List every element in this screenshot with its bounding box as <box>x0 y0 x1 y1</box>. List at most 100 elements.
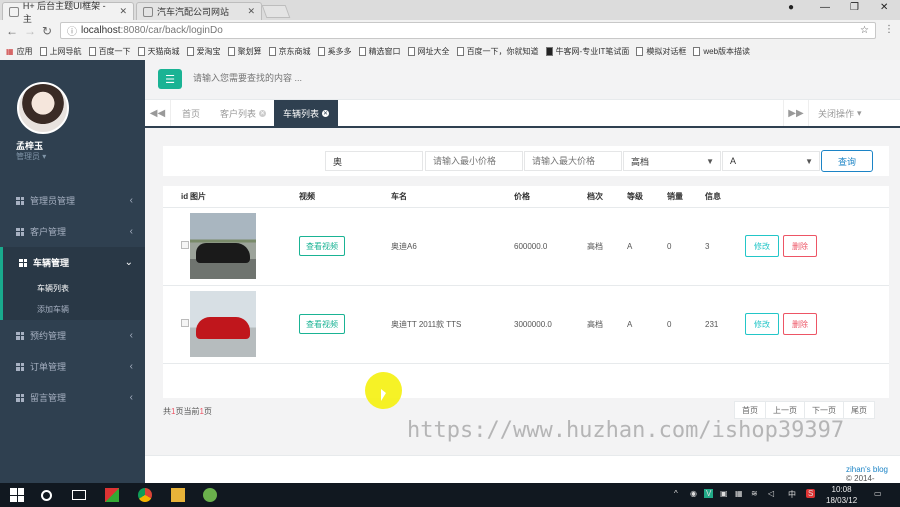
sidebar-item-messages[interactable]: 留言管理 ‹ <box>0 382 145 413</box>
bookmark-item[interactable]: 百度一下 <box>88 46 138 57</box>
close-icon[interactable]: ✕ <box>119 6 127 17</box>
sidebar-item-appointments[interactable]: 预约管理 ‹ <box>0 320 145 351</box>
menu-toggle-button[interactable]: ☰ <box>158 69 182 89</box>
bookmark-item[interactable]: 京东商城 <box>268 46 318 57</box>
sidebar-item-orders[interactable]: 订单管理 ‹ <box>0 351 145 382</box>
bookmark-item[interactable]: 聚划算 <box>227 46 269 57</box>
folder-icon[interactable] <box>171 488 185 502</box>
sidebar-subitem-vehicle-list[interactable]: 车辆列表 <box>3 278 145 299</box>
bookmark-item[interactable]: 牛客网-专业IT笔试面 <box>545 46 637 57</box>
next-page-button[interactable]: 下一页 <box>804 401 844 419</box>
tab-customer-list[interactable]: 客户列表 ✕ <box>211 100 275 126</box>
app-icon[interactable] <box>105 488 119 502</box>
grid-icon <box>16 227 24 236</box>
bookmark-apps[interactable]: ▦ 应用 <box>6 46 40 57</box>
first-page-button[interactable]: 首页 <box>734 401 766 419</box>
table-row: 查看视频 奥迪A6 600000.0 高档 A 0 3 修改 删除 <box>163 207 889 286</box>
view-video-button[interactable]: 查看视频 <box>299 314 345 334</box>
wifi-icon[interactable]: ≋ <box>751 489 758 498</box>
browser-tab-label: 汽车汽配公司网站 <box>157 7 230 17</box>
sidebar-item-customers[interactable]: 客户管理 ‹ <box>0 216 145 247</box>
last-page-button[interactable]: 尾页 <box>843 401 875 419</box>
close-operations-dropdown[interactable]: 关闭操作 ▾ <box>809 100 871 126</box>
reload-icon[interactable]: ↻ <box>42 24 52 38</box>
bookmark-item[interactable]: 天猫商城 <box>137 46 187 57</box>
search-input[interactable] <box>193 73 493 83</box>
max-price-input[interactable] <box>524 151 622 171</box>
back-icon[interactable]: ← <box>6 24 18 38</box>
tabs-scroll-right-button[interactable]: ▶▶ <box>783 100 809 126</box>
bookmark-item[interactable]: 上网导航 <box>39 46 89 57</box>
windows-start-icon[interactable] <box>10 488 24 502</box>
people-icon[interactable]: ◉ <box>690 489 697 498</box>
avatar[interactable] <box>17 82 69 134</box>
new-tab-button[interactable] <box>261 5 291 18</box>
browser-tab-site[interactable]: 汽车汽配公司网站 ✕ <box>136 2 262 20</box>
search-icon[interactable] <box>41 490 52 501</box>
sidebar-item-admin[interactable]: 管理员管理 ‹ <box>0 185 145 216</box>
maximize-icon[interactable]: ❐ <box>850 2 859 13</box>
query-button[interactable]: 查询 <box>821 150 873 172</box>
address-row: ← → ↻ ⓘ localhost:8080/car/back/loginDo … <box>0 20 900 42</box>
bookmark-item[interactable]: 网址大全 <box>407 46 457 57</box>
tray-app-icon[interactable]: S <box>806 489 816 498</box>
bookmark-item[interactable]: 百度一下，你就知道 <box>456 46 546 57</box>
row-checkbox[interactable] <box>181 241 189 249</box>
window-close-icon[interactable]: ✕ <box>880 2 888 13</box>
chevron-up-icon[interactable]: ^ <box>674 489 678 498</box>
top-navbar: ☰ <box>145 60 900 100</box>
row-checkbox[interactable] <box>181 319 189 327</box>
tabs-scroll-left-button[interactable]: ◀◀ <box>145 100 171 126</box>
bookmark-item[interactable]: 模拟对话框 <box>636 46 693 57</box>
car-name-input[interactable] <box>325 151 423 171</box>
menu-icon[interactable]: ⋮ <box>884 24 894 35</box>
network-icon[interactable]: ▦ <box>735 489 743 498</box>
delete-button[interactable]: 删除 <box>783 313 817 335</box>
min-price-input[interactable] <box>425 151 523 171</box>
tray-app-icon[interactable]: V <box>704 489 714 498</box>
forward-icon[interactable]: → <box>24 24 36 38</box>
star-icon[interactable]: ☆ <box>860 25 869 36</box>
browser-chrome: H+ 后台主题UI框架 - 主 ✕ 汽车汽配公司网站 ✕ ● — ❐ ✕ ← →… <box>0 0 900 60</box>
author-link[interactable]: zihan's blog <box>846 465 888 474</box>
bookmark-item[interactable]: web版本描读 <box>693 46 757 57</box>
chrome-icon[interactable] <box>138 488 152 502</box>
task-view-icon[interactable] <box>72 490 86 500</box>
clock[interactable]: 10:08 18/03/12 <box>826 484 857 506</box>
close-icon[interactable]: ✕ <box>322 109 330 117</box>
chevron-left-icon: ‹ <box>129 226 133 237</box>
column-header: 图片 <box>190 186 299 208</box>
hamburger-icon: ☰ <box>165 73 175 86</box>
car-name: 奥迪A6 <box>391 207 514 286</box>
grid-icon <box>19 258 27 267</box>
close-icon[interactable]: ✕ <box>259 109 267 117</box>
tab-vehicle-list[interactable]: 车辆列表 ✕ <box>274 100 339 126</box>
volume-icon[interactable]: ◁ <box>768 489 774 498</box>
view-video-button[interactable]: 查看视频 <box>299 236 345 256</box>
app-icon[interactable] <box>203 488 217 502</box>
notification-icon[interactable]: ▭ <box>874 489 882 498</box>
ime-indicator[interactable]: 中 <box>788 489 796 500</box>
level-select[interactable]: A ▼ <box>722 151 820 171</box>
tray-app-icon[interactable]: ▣ <box>720 489 728 498</box>
bookmarks-bar: ▦ 应用 上网导航 百度一下 天猫商城 爱淘宝 聚划算 京东商城 奚多多 精选窗口… <box>0 42 900 60</box>
profile-icon[interactable]: ● <box>788 2 794 13</box>
address-bar[interactable]: ⓘ localhost:8080/car/back/loginDo ☆ <box>60 22 876 39</box>
minimize-icon[interactable]: — <box>820 2 830 13</box>
close-icon[interactable]: ✕ <box>247 6 255 17</box>
grade-select[interactable]: 高档 ▼ <box>623 151 721 171</box>
main-area: ☰ ◀◀ 首页 客户列表✕ 车辆列表✕ ▶▶ 关闭操作▾ 高档▼ A▼ 查询 <box>145 60 900 492</box>
bookmark-item[interactable]: 爱淘宝 <box>186 46 228 57</box>
tab-home[interactable]: 首页 <box>173 100 209 126</box>
sidebar-item-vehicles[interactable]: 车辆管理 ⌄ <box>0 247 145 278</box>
table-row: 查看视频 奥迪TT 2011款 TTS 3000000.0 高档 A 0 231… <box>163 285 889 364</box>
edit-button[interactable]: 修改 <box>745 313 779 335</box>
sidebar-subitem-add-vehicle[interactable]: 添加车辆 <box>3 299 145 320</box>
user-role-dropdown[interactable]: 管理员 ▾ <box>16 151 46 162</box>
edit-button[interactable]: 修改 <box>745 235 779 257</box>
bookmark-item[interactable]: 奚多多 <box>317 46 359 57</box>
browser-tab-admin[interactable]: H+ 后台主题UI框架 - 主 ✕ <box>2 1 134 24</box>
delete-button[interactable]: 删除 <box>783 235 817 257</box>
prev-page-button[interactable]: 上一页 <box>765 401 805 419</box>
bookmark-item[interactable]: 精选窗口 <box>358 46 408 57</box>
